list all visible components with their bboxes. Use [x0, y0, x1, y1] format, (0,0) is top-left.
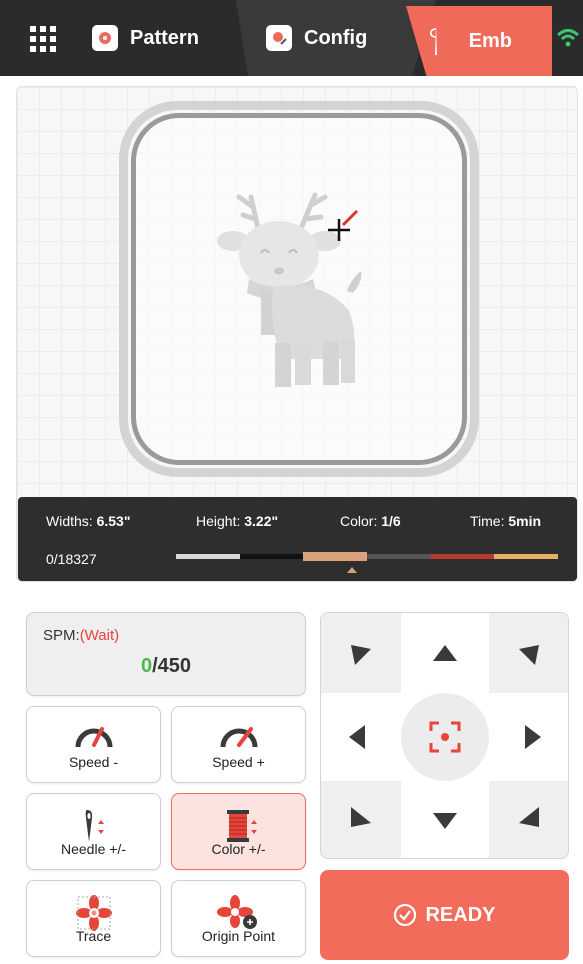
tab-emb[interactable]: Emb — [406, 6, 552, 76]
config-icon — [266, 25, 292, 51]
tab-config-label: Config — [304, 26, 368, 49]
color-segment[interactable] — [430, 554, 495, 559]
speed-up-button[interactable]: Speed + — [171, 706, 306, 783]
needle-adjust-icon — [85, 810, 104, 842]
time-info: Time: 5min — [470, 513, 542, 529]
needle-position-crosshair-icon[interactable] — [325, 207, 365, 247]
apps-grid-icon[interactable] — [30, 26, 56, 52]
origin-point-button[interactable]: Origin Point — [171, 880, 306, 957]
tab-emb-label: Emb — [468, 29, 512, 52]
color-segment[interactable] — [367, 554, 431, 559]
spm-status: (Wait) — [79, 627, 120, 644]
move-up-icon[interactable] — [431, 643, 459, 663]
height-info: Height: 3.22" — [196, 513, 279, 529]
deer-design-preview — [217, 192, 362, 387]
trace-flower-icon — [75, 895, 112, 931]
wifi-icon — [556, 29, 580, 47]
origin-point-icon — [216, 895, 257, 929]
color-info: Color: 1/6 — [340, 513, 401, 529]
move-up-right-icon[interactable] — [517, 643, 541, 667]
move-up-left-icon[interactable] — [349, 643, 373, 667]
trace-label: Trace — [75, 928, 112, 944]
spm-display: SPM:(Wait) 0/450 — [26, 612, 306, 696]
stitch-progress: 0/18327 — [46, 551, 97, 567]
ready-label: READY — [425, 903, 496, 926]
width-info: Widths: 6.53" — [46, 513, 131, 529]
needle-adjust-button[interactable]: Needle +/- — [26, 793, 161, 870]
pattern-icon — [92, 25, 118, 51]
thread-spool-icon — [226, 810, 257, 842]
move-down-right-icon[interactable] — [517, 805, 541, 829]
gauge-low-icon — [75, 727, 112, 748]
move-down-left-icon[interactable] — [349, 805, 373, 829]
spm-max: /450 — [152, 655, 192, 677]
spm-value: 0/450 — [27, 655, 305, 678]
speed-down-label: Speed - — [68, 754, 119, 770]
color-adjust-label: Color +/- — [211, 841, 266, 857]
speed-up-label: Speed + — [212, 754, 265, 770]
hoop-move-dpad — [320, 612, 569, 859]
color-segment[interactable] — [176, 554, 240, 559]
color-segment[interactable] — [494, 554, 558, 559]
top-bar: Pattern Config Emb — [0, 0, 583, 76]
needle-icon — [429, 25, 437, 55]
gauge-high-icon — [220, 727, 257, 748]
check-circle-icon — [394, 903, 417, 927]
ready-button[interactable]: READY — [320, 870, 569, 960]
needle-adjust-label: Needle +/- — [61, 841, 126, 857]
origin-point-label: Origin Point — [201, 928, 276, 944]
spm-current: 0 — [140, 655, 153, 677]
color-segment[interactable] — [303, 552, 367, 561]
move-right-icon[interactable] — [523, 723, 543, 751]
move-left-icon[interactable] — [347, 723, 367, 751]
color-segment[interactable] — [239, 554, 304, 559]
tab-config[interactable]: Config — [266, 0, 367, 76]
color-adjust-button[interactable]: Color +/- — [171, 793, 306, 870]
focus-center-icon — [429, 721, 461, 753]
trace-button[interactable]: Trace — [26, 880, 161, 957]
move-down-icon[interactable] — [431, 811, 459, 831]
speed-down-button[interactable]: Speed - — [26, 706, 161, 783]
tab-pattern[interactable]: Pattern — [92, 0, 242, 76]
spm-label: SPM:(Wait) — [43, 627, 120, 644]
design-info-bar: Widths: 6.53" Height: 3.22" Color: 1/6 T… — [18, 497, 577, 581]
tab-pattern-label: Pattern — [130, 26, 199, 49]
current-color-indicator — [347, 567, 357, 573]
